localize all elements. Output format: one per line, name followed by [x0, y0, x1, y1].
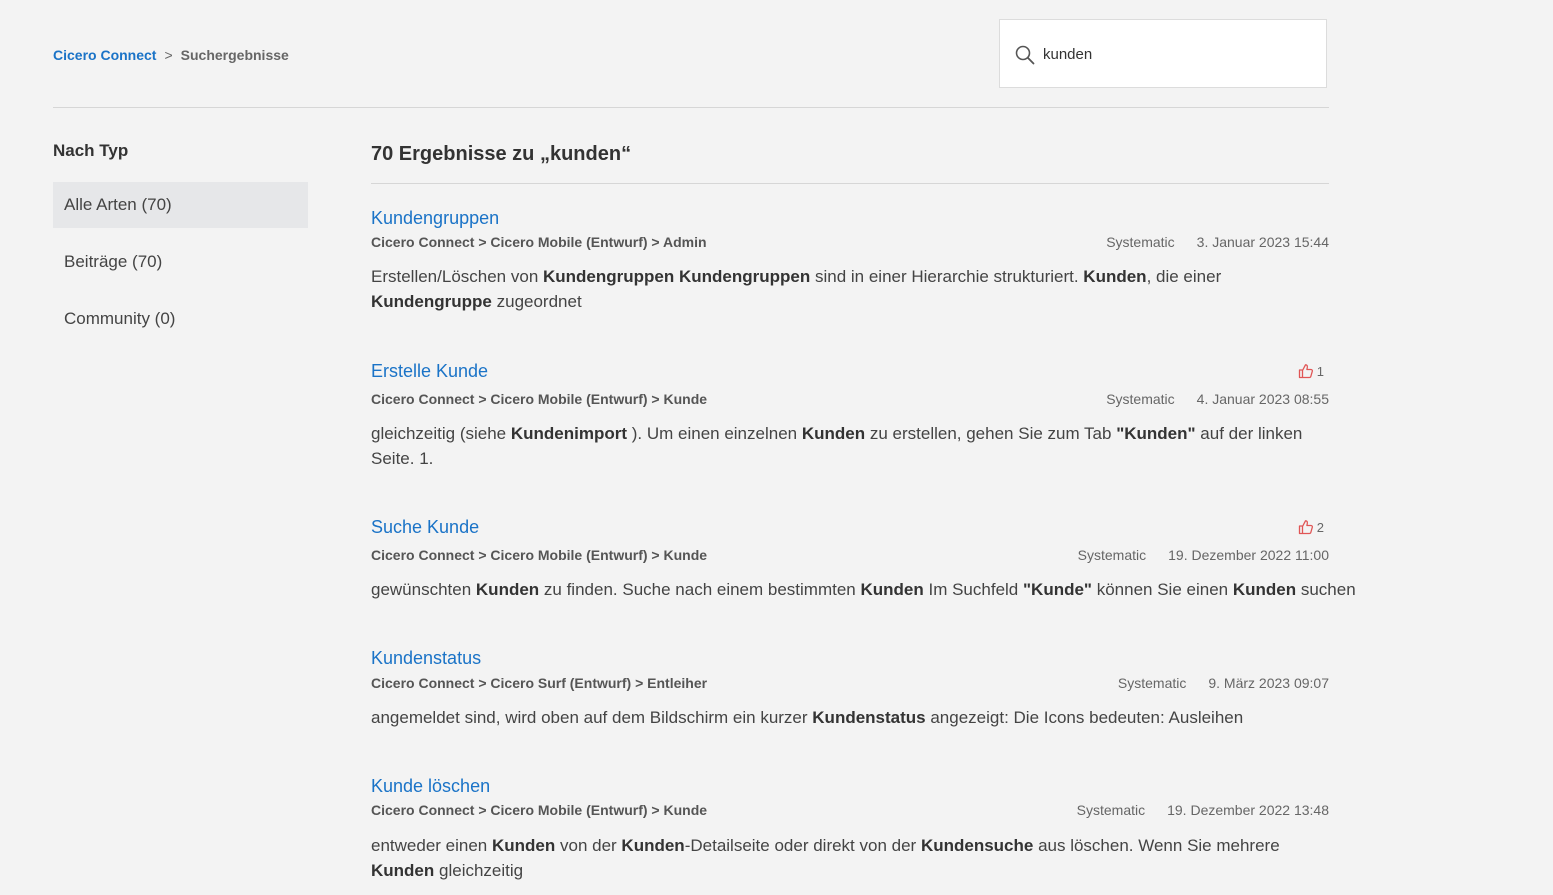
result-path: Cicero Connect > Cicero Surf (Entwurf) >… [371, 675, 708, 691]
snippet-highlight: Kundengruppen Kundengruppen [543, 267, 811, 286]
result-author: Systematic [1106, 391, 1175, 407]
search-box[interactable] [999, 19, 1327, 88]
result-path: Cicero Connect > Cicero Mobile (Entwurf)… [371, 802, 708, 818]
filter-community[interactable]: Community (0) [53, 296, 308, 342]
snippet-highlight: Kundengruppe [371, 292, 492, 311]
result-snippet: angemeldet sind, wird oben auf dem Bilds… [371, 708, 1244, 727]
snippet-highlight: Kunden [860, 580, 924, 599]
filter-all-types[interactable]: Alle Arten (70) [53, 182, 308, 228]
result-path: Cicero Connect > Cicero Mobile (Entwurf)… [371, 391, 708, 407]
result-snippet: Erstellen/Löschen von Kundengruppen Kund… [371, 267, 1222, 311]
result-path: Cicero Connect > Cicero Mobile (Entwurf)… [371, 234, 707, 250]
thumbs-up-icon [1298, 364, 1313, 379]
result-title-link[interactable]: Kundengruppen [371, 207, 499, 229]
result-meta: Systematic 4. Januar 2023 08:55 [1106, 390, 1329, 408]
result-author: Systematic [1106, 234, 1175, 250]
snippet-highlight: Kundensuche [920, 836, 1034, 855]
thumbs-up-icon [1298, 520, 1313, 535]
result-meta: Systematic 3. Januar 2023 15:44 [1106, 233, 1329, 251]
snippet-highlight: Kunden [491, 836, 556, 855]
snippet-highlight: Kunden [1083, 267, 1147, 286]
result-date: 4. Januar 2023 08:55 [1196, 391, 1329, 407]
result-snippet: gewünschten Kunden zu finden. Suche nach… [371, 580, 1356, 599]
result-author: Systematic [1077, 547, 1147, 563]
breadcrumb-home-link[interactable]: Cicero Connect [53, 47, 156, 63]
search-results: 70 Ergebnisse zu „kunden“ Kundengruppen … [371, 140, 1356, 880]
likes-count: 2 [1298, 519, 1324, 535]
snippet-highlight: Kunden [475, 580, 540, 599]
result-title-link[interactable]: Suche Kunde [371, 516, 479, 538]
results-title: 70 Ergebnisse zu „kunden“ [371, 143, 632, 165]
result-meta: Systematic 19. Dezember 2022 11:00 [1078, 546, 1329, 564]
result-author: Systematic [1076, 802, 1146, 818]
filter-heading: Nach Typ [53, 141, 129, 160]
result-item: Kundenstatus Cicero Connect > Cicero Sur… [371, 647, 1329, 737]
snippet-highlight: Kunden [801, 424, 866, 443]
snippet-highlight: "Kunden" [1116, 424, 1196, 443]
likes-count: 1 [1298, 363, 1324, 379]
snippet-highlight: "Kunde" [1022, 580, 1092, 599]
search-input[interactable] [1043, 42, 1313, 66]
snippet-highlight: Kunden [371, 861, 435, 880]
result-meta: Systematic 9. März 2023 09:07 [1118, 674, 1329, 692]
result-date: 19. Dezember 2022 13:48 [1167, 802, 1329, 818]
result-date: 9. März 2023 09:07 [1208, 675, 1329, 691]
top-bar: Cicero Connect > Suchergebnisse [53, 0, 1329, 108]
search-icon[interactable] [1015, 45, 1035, 65]
result-path: Cicero Connect > Cicero Mobile (Entwurf)… [371, 547, 708, 563]
result-title-link[interactable]: Kundenstatus [371, 647, 481, 669]
snippet-highlight: Kunden [1232, 580, 1297, 599]
result-date: 19. Dezember 2022 11:00 [1168, 547, 1329, 563]
result-item: Erstelle Kunde 1 Cicero Connect > Cicero… [371, 360, 1329, 470]
breadcrumb: Cicero Connect > Suchergebnisse [53, 47, 289, 63]
result-item: Kundengruppen Cicero Connect > Cicero Mo… [371, 207, 1329, 317]
result-item: Kunde löschen Cicero Connect > Cicero Mo… [371, 775, 1329, 885]
result-title-link[interactable]: Erstelle Kunde [371, 360, 488, 382]
filter-posts[interactable]: Beiträge (70) [53, 239, 308, 285]
result-snippet: gleichzeitig (siehe Kundenimport ). Um e… [371, 424, 1303, 468]
type-filter-sidebar: Nach Typ Alle Arten (70) Beiträge (70) C… [53, 140, 308, 353]
result-snippet: entweder einen Kunden von der Kunden-Det… [371, 836, 1280, 880]
breadcrumb-current: Suchergebnisse [180, 47, 289, 63]
snippet-highlight: Kunden [621, 836, 685, 855]
results-divider [371, 183, 1329, 184]
result-author: Systematic [1117, 675, 1187, 691]
breadcrumb-separator: > [164, 47, 173, 63]
result-title-link[interactable]: Kunde löschen [371, 775, 490, 797]
result-meta: Systematic 19. Dezember 2022 13:48 [1077, 801, 1329, 819]
likes-value: 1 [1316, 363, 1324, 379]
result-item: Suche Kunde 2 Cicero Connect > Cicero Mo… [371, 516, 1356, 606]
likes-value: 2 [1316, 519, 1324, 535]
result-date: 3. Januar 2023 15:44 [1196, 234, 1329, 250]
snippet-highlight: Kundenstatus [812, 708, 926, 727]
snippet-highlight: Kundenimport [510, 424, 628, 443]
